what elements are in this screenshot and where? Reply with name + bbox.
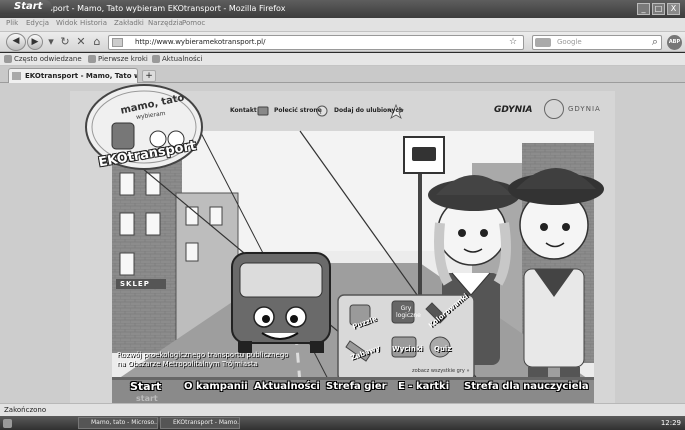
bookmarks-icon xyxy=(4,55,12,63)
bookmarks-toolbar: Często odwiedzane Pierwsze kroki Aktualn… xyxy=(0,53,685,66)
bookmark-most-visited[interactable]: Często odwiedzane xyxy=(4,53,82,66)
status-text: Zakończono xyxy=(4,406,47,414)
menu-history[interactable]: Historia xyxy=(80,19,107,27)
nav-start-reflection: start xyxy=(136,394,158,403)
caption-line-2: na Obszarze Metropolitalnym Trójmiasta xyxy=(117,360,258,368)
search-input[interactable]: Google xyxy=(532,35,662,50)
taskbar-item-firefox[interactable]: EKOtransport - Mamo... xyxy=(160,417,240,429)
adblock-icon[interactable]: ABP xyxy=(667,35,682,50)
menu-bar: Plik Edycja Widok Historia Zakładki Narz… xyxy=(0,18,685,32)
nav-campaign[interactable]: O kampanii xyxy=(184,381,248,392)
caption-line-1: Rozwój proekologicznego transportu publi… xyxy=(117,351,289,359)
back-button[interactable]: ◀ xyxy=(6,33,26,51)
address-bar[interactable]: http://www.wybieramekotransport.pl/ xyxy=(108,35,524,50)
shop-sign: SKLEP xyxy=(120,280,150,288)
bookmark-star-icon[interactable]: ☆ xyxy=(506,35,520,49)
window-title: EKOtransport - Mamo, Tato wybieram EKOtr… xyxy=(16,4,286,13)
search-icon[interactable]: ⌕ xyxy=(648,35,662,49)
reload-icon[interactable]: ↻ xyxy=(58,35,72,49)
windows-logo-icon xyxy=(3,419,12,428)
maximize-button[interactable]: □ xyxy=(652,3,665,15)
web-content: mamo, tato wybieram EKOtransport Kontakt… xyxy=(0,83,685,403)
bookmark-label: Pierwsze kroki xyxy=(98,55,148,63)
games-more-link[interactable]: zobacz wszystkie gry » xyxy=(412,368,470,374)
history-dropdown-icon[interactable]: ▾ xyxy=(44,35,58,49)
link-contact[interactable]: Kontakt xyxy=(230,107,257,114)
menu-view[interactable]: Widok xyxy=(56,19,78,27)
window-title-bar: EKOtransport - Mamo, Tato wybieram EKOtr… xyxy=(0,0,685,18)
menu-help[interactable]: Pomoc xyxy=(182,19,205,27)
search-engine-icon[interactable] xyxy=(535,38,551,47)
forward-button[interactable]: ▶ xyxy=(27,34,43,50)
tab-ekotransport[interactable]: EKOtransport - Mamo, Tato wybiera... xyxy=(8,68,138,83)
stop-icon[interactable]: ✕ xyxy=(74,35,88,49)
bookmark-label: Często odwiedzane xyxy=(14,55,82,63)
site-artwork xyxy=(0,83,685,403)
taskbar-item-word[interactable]: Mamo, tato - Microso... xyxy=(78,417,158,429)
gdynia-logo[interactable]: GDYNIA xyxy=(494,105,533,115)
game-quiz[interactable]: Quiz xyxy=(434,345,451,353)
menu-tools[interactable]: Narzędzia xyxy=(148,19,183,27)
bookmark-getting-started[interactable]: Pierwsze kroki xyxy=(88,53,148,66)
nav-news[interactable]: Aktualności xyxy=(254,381,320,392)
minimize-button[interactable]: _ xyxy=(637,3,650,15)
bookmark-news[interactable]: Aktualności xyxy=(152,53,202,66)
menu-edit[interactable]: Edycja xyxy=(26,19,49,27)
site-favicon-icon xyxy=(112,38,123,47)
bookmark-label: Aktualności xyxy=(162,55,203,63)
game-cutouts[interactable]: Wycinki xyxy=(392,345,423,353)
status-bar: Zakończono xyxy=(0,403,685,416)
link-recommend[interactable]: Polecić stronę xyxy=(274,107,322,114)
game-logic[interactable]: Gry logiczne xyxy=(396,305,421,319)
rss-icon xyxy=(152,55,160,63)
close-button[interactable]: X xyxy=(667,3,680,15)
cursor-hand-icon xyxy=(128,381,138,391)
firefox-icon xyxy=(88,55,96,63)
home-icon[interactable]: ⌂ xyxy=(90,35,104,49)
tab-favicon-icon xyxy=(12,72,21,80)
nav-teachers-zone[interactable]: Strefa dla nauczyciela xyxy=(464,381,589,392)
start-button[interactable]: Start xyxy=(0,0,52,14)
menu-bookmarks[interactable]: Zakładki xyxy=(114,19,144,27)
gdynia-emblem-icon xyxy=(544,99,564,119)
menu-file[interactable]: Plik xyxy=(6,19,18,27)
nav-ecards[interactable]: E - kartki xyxy=(398,381,449,392)
nav-games-zone[interactable]: Strefa gier xyxy=(326,381,387,392)
taskbar-clock: 12:29 xyxy=(660,419,681,427)
link-add-favorites[interactable]: Dodaj do ulubionych xyxy=(334,107,403,114)
new-tab-button[interactable]: + xyxy=(142,70,156,82)
gdynia-logo-secondary[interactable]: GDYNIA xyxy=(568,105,601,113)
